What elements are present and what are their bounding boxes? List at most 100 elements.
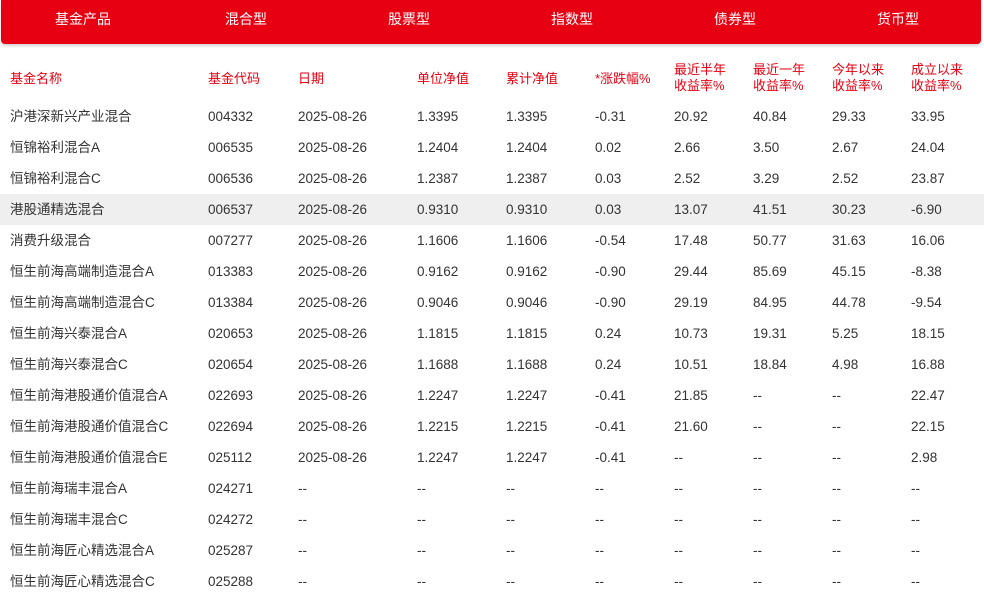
ytd-return-cell: -- [832,388,841,403]
since-inception-return-cell: -- [911,512,920,527]
ytd-return-cell: 45.15 [832,264,866,279]
fund-name-cell[interactable]: 港股通精选混合 [10,194,105,225]
ytd-return-cell: 4.98 [832,357,859,372]
since-inception-return-cell: 22.15 [911,419,945,434]
fund-code-cell: 013384 [208,295,254,310]
half-year-return-cell: 29.19 [674,295,708,310]
header-ytd-return-line2: 收益率% [832,78,883,93]
fund-code-cell: 007277 [208,233,254,248]
table-row[interactable]: 恒生前海匠心精选混合C 025288 -- -- -- -- -- -- -- -- [0,566,984,597]
half-year-return-cell: 21.85 [674,388,708,403]
half-year-return-cell: 10.51 [674,357,708,372]
fund-name-cell[interactable]: 恒生前海高端制造混合A [10,256,154,287]
accumulated-nav-cell: 0.9046 [506,295,548,310]
table-row[interactable]: 港股通精选混合 006537 2025-08-26 0.9310 0.9310 0.03 1… [0,194,984,225]
fund-name-cell[interactable]: 恒生前海匠心精选混合C [10,566,155,597]
half-year-return-cell: -- [674,450,683,465]
change-pct-cell: -0.31 [595,109,626,124]
date-cell: -- [298,543,307,558]
table-row[interactable]: 恒生前海兴泰混合C 020654 2025-08-26 1.1688 1.1688 0.2… [0,349,984,380]
since-inception-return-cell: 33.95 [911,109,945,124]
date-cell: 2025-08-26 [298,388,368,403]
fund-name-cell[interactable]: 恒生前海兴泰混合C [10,349,128,380]
since-inception-return-cell: 24.04 [911,140,945,155]
table-row[interactable]: 恒生前海瑞丰混合A 024271 -- -- -- -- -- -- -- -- [0,473,984,504]
since-inception-return-cell: -8.38 [911,264,942,279]
fund-table-body: 沪港深新兴产业混合 004332 2025-08-26 1.3395 1.3395 -0.… [0,101,984,597]
date-cell: -- [298,574,307,589]
half-year-return-cell: -- [674,574,683,589]
header-date: 日期 [298,71,325,86]
table-row[interactable]: 恒锦裕利混合A 006535 2025-08-26 1.2404 1.2404 0.02 2… [0,132,984,163]
one-year-return-cell: 18.84 [753,357,787,372]
one-year-return-cell: -- [753,419,762,434]
header-half-year-return: 最近半年 收益率% [674,62,726,94]
table-row[interactable]: 恒生前海高端制造混合C 013384 2025-08-26 0.9046 0.9046 -… [0,287,984,318]
one-year-return-cell: 19.31 [753,326,787,341]
table-row[interactable]: 恒生前海高端制造混合A 013383 2025-08-26 0.9162 0.9162 -… [0,256,984,287]
header-ytd-return-line1: 今年以来 [832,62,885,77]
fund-name-cell[interactable]: 恒生前海港股通价值混合E [10,442,168,473]
fund-code-cell: 025288 [208,574,254,589]
accumulated-nav-cell: 0.9310 [506,202,548,217]
table-row[interactable]: 恒生前海匠心精选混合A 025287 -- -- -- -- -- -- -- -- [0,535,984,566]
fund-name-cell[interactable]: 恒锦裕利混合C [10,163,101,194]
fund-code-cell: 024272 [208,512,254,527]
accumulated-nav-cell: 0.9162 [506,264,548,279]
table-row[interactable]: 恒生前海港股通价值混合E 025112 2025-08-26 1.2247 1.2247… [0,442,984,473]
tab-money-market[interactable]: 货币型 [877,0,919,38]
fund-code-cell: 020653 [208,326,254,341]
header-half-year-return-line1: 最近半年 [674,62,727,77]
date-cell: 2025-08-26 [298,109,368,124]
change-pct-cell: 0.24 [595,326,622,341]
table-row[interactable]: 消费升级混合 007277 2025-08-26 1.1606 1.1606 -0.54 1… [0,225,984,256]
change-pct-cell: 0.02 [595,140,622,155]
accumulated-nav-cell: -- [506,481,515,496]
fund-name-cell[interactable]: 恒生前海港股通价值混合A [10,380,168,411]
fund-name-cell[interactable]: 消费升级混合 [10,225,91,256]
tab-hybrid[interactable]: 混合型 [225,0,267,38]
ytd-return-cell: -- [832,574,841,589]
one-year-return-cell: 50.77 [753,233,787,248]
fund-name-cell[interactable]: 恒生前海高端制造混合C [10,287,155,318]
table-row[interactable]: 沪港深新兴产业混合 004332 2025-08-26 1.3395 1.3395 -0.… [0,101,984,132]
since-inception-return-cell: 23.87 [911,171,945,186]
tab-index[interactable]: 指数型 [551,0,593,38]
unit-nav-cell: -- [417,543,426,558]
half-year-return-cell: 2.66 [674,140,701,155]
half-year-return-cell: 13.07 [674,202,708,217]
fund-name-cell[interactable]: 恒生前海港股通价值混合C [10,411,168,442]
fund-name-cell[interactable]: 恒生前海兴泰混合A [10,318,127,349]
accumulated-nav-cell: -- [506,543,515,558]
fund-name-cell[interactable]: 恒生前海匠心精选混合A [10,535,154,566]
fund-name-cell[interactable]: 恒生前海瑞丰混合A [10,473,127,504]
date-cell: 2025-08-26 [298,171,368,186]
change-pct-cell: -0.54 [595,233,626,248]
one-year-return-cell: -- [753,574,762,589]
fund-code-cell: 006537 [208,202,254,217]
one-year-return-cell: 3.50 [753,140,780,155]
header-fund-name: 基金名称 [10,71,63,86]
table-row[interactable]: 恒生前海兴泰混合A 020653 2025-08-26 1.1815 1.1815 0.2… [0,318,984,349]
fund-code-cell: 006535 [208,140,254,155]
table-row[interactable]: 恒生前海港股通价值混合C 022694 2025-08-26 1.2215 1.2215… [0,411,984,442]
accumulated-nav-cell: 1.1688 [506,357,548,372]
table-row[interactable]: 恒生前海港股通价值混合A 022693 2025-08-26 1.2247 1.2247… [0,380,984,411]
half-year-return-cell: -- [674,543,683,558]
accumulated-nav-cell: 1.1606 [506,233,548,248]
change-pct-cell: -- [595,574,604,589]
fund-name-cell[interactable]: 沪港深新兴产业混合 [10,101,132,132]
unit-nav-cell: -- [417,574,426,589]
table-row[interactable]: 恒生前海瑞丰混合C 024272 -- -- -- -- -- -- -- -- [0,504,984,535]
fund-name-cell[interactable]: 恒锦裕利混合A [10,132,100,163]
unit-nav-cell: 0.9310 [417,202,459,217]
tab-stock[interactable]: 股票型 [388,0,430,38]
one-year-return-cell: -- [753,481,762,496]
header-since-inception-return-line2: 收益率% [911,78,962,93]
fund-name-cell[interactable]: 恒生前海瑞丰混合C [10,504,128,535]
half-year-return-cell: 2.52 [674,171,701,186]
header-ytd-return: 今年以来 收益率% [832,62,884,94]
tab-fund-products[interactable]: 基金产品 [55,0,111,38]
tab-bond[interactable]: 债券型 [714,0,756,38]
table-row[interactable]: 恒锦裕利混合C 006536 2025-08-26 1.2387 1.2387 0.03 2… [0,163,984,194]
